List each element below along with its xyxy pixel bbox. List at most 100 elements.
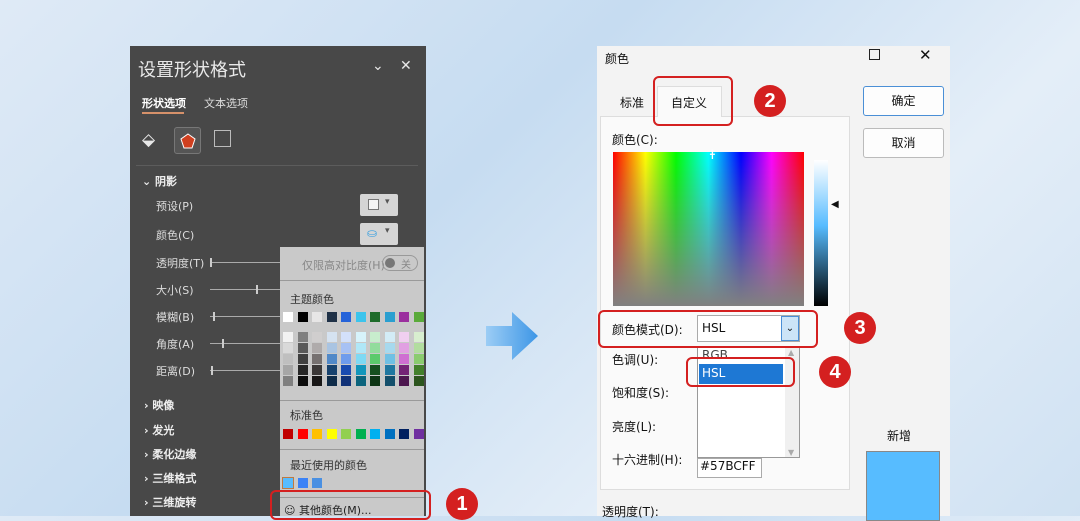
effects-pentagon-icon[interactable] — [174, 127, 201, 154]
theme-shade-swatch[interactable] — [355, 365, 366, 375]
theme-shade-swatch[interactable] — [283, 376, 293, 386]
slider-thumb[interactable] — [211, 366, 213, 375]
theme-color-swatch[interactable] — [355, 312, 366, 322]
tab-text-options[interactable]: 文本选项 — [204, 95, 248, 111]
fill-bucket-icon[interactable]: ⬙ — [142, 130, 155, 150]
standard-color-swatch[interactable] — [399, 429, 409, 439]
theme-color-swatch[interactable] — [399, 312, 409, 322]
theme-shade-swatch[interactable] — [384, 365, 395, 375]
standard-color-swatch[interactable] — [413, 429, 424, 439]
maximize-icon[interactable] — [869, 49, 880, 60]
slider-thumb[interactable] — [256, 285, 258, 294]
theme-shade-swatch[interactable] — [413, 343, 424, 353]
tab-standard[interactable]: 标准 — [620, 94, 644, 111]
transparency-slider[interactable] — [210, 262, 280, 263]
color-spectrum[interactable] — [613, 152, 804, 306]
section-3d-rotation[interactable]: › 三维旋转 — [144, 494, 196, 510]
theme-shade-swatch[interactable] — [413, 365, 424, 375]
theme-shade-swatch[interactable] — [312, 376, 322, 386]
theme-shade-swatch[interactable] — [355, 343, 366, 353]
section-3d-format[interactable]: › 三维格式 — [144, 470, 196, 486]
theme-color-swatch[interactable] — [283, 312, 293, 322]
theme-shade-swatch[interactable] — [399, 354, 409, 364]
theme-color-swatch[interactable] — [297, 312, 308, 322]
theme-shade-swatch[interactable] — [326, 365, 337, 375]
theme-shade-swatch[interactable] — [413, 376, 424, 386]
theme-shade-swatch[interactable] — [370, 332, 380, 342]
theme-shade-swatch[interactable] — [297, 343, 308, 353]
theme-shade-swatch[interactable] — [384, 332, 395, 342]
theme-shade-swatch[interactable] — [341, 354, 351, 364]
theme-shade-swatch[interactable] — [399, 343, 409, 353]
theme-shade-swatch[interactable] — [283, 332, 293, 342]
size-slider[interactable] — [210, 289, 280, 290]
theme-color-swatch[interactable] — [370, 312, 380, 322]
theme-color-swatch[interactable] — [384, 312, 395, 322]
theme-color-swatch[interactable] — [341, 312, 351, 322]
theme-shade-swatch[interactable] — [297, 332, 308, 342]
theme-color-swatch[interactable] — [326, 312, 337, 322]
crosshair-icon[interactable]: ╋ — [710, 151, 722, 159]
section-glow[interactable]: › 发光 — [144, 422, 174, 438]
theme-shade-swatch[interactable] — [297, 376, 308, 386]
standard-color-swatch[interactable] — [283, 429, 293, 439]
theme-shade-swatch[interactable] — [413, 332, 424, 342]
theme-shade-swatch[interactable] — [355, 354, 366, 364]
close-icon[interactable]: ✕ — [400, 58, 412, 74]
close-icon[interactable]: ✕ — [919, 46, 932, 64]
size-layout-icon[interactable] — [214, 130, 231, 147]
standard-color-swatch[interactable] — [297, 429, 308, 439]
theme-shade-swatch[interactable] — [355, 332, 366, 342]
preset-dropdown[interactable]: ▾ — [360, 194, 398, 216]
theme-shade-swatch[interactable] — [297, 354, 308, 364]
theme-shade-swatch[interactable] — [312, 354, 322, 364]
theme-shade-swatch[interactable] — [370, 343, 380, 353]
cancel-button[interactable]: 取消 — [863, 128, 944, 158]
luminance-bar[interactable] — [814, 160, 828, 306]
recent-color-swatch[interactable] — [312, 478, 322, 488]
section-soft-edges[interactable]: › 柔化边缘 — [144, 446, 196, 462]
high-contrast-toggle[interactable]: 关 — [382, 255, 418, 271]
hex-input[interactable]: #57BCFF — [697, 458, 762, 478]
slider-thumb[interactable] — [213, 312, 215, 321]
blur-slider[interactable] — [210, 316, 280, 317]
distance-slider[interactable] — [210, 370, 280, 371]
theme-shade-swatch[interactable] — [312, 365, 322, 375]
theme-color-swatch[interactable] — [413, 312, 424, 322]
theme-shade-swatch[interactable] — [370, 365, 380, 375]
theme-shade-swatch[interactable] — [399, 332, 409, 342]
color-dropdown[interactable]: ⛀ ▾ — [360, 223, 398, 245]
theme-shade-swatch[interactable] — [283, 343, 293, 353]
theme-shade-swatch[interactable] — [283, 365, 293, 375]
theme-shade-swatch[interactable] — [326, 376, 337, 386]
standard-color-swatch[interactable] — [370, 429, 380, 439]
standard-color-swatch[interactable] — [312, 429, 322, 439]
theme-shade-swatch[interactable] — [326, 343, 337, 353]
slider-thumb[interactable] — [210, 258, 212, 267]
standard-color-swatch[interactable] — [384, 429, 395, 439]
recent-color-swatch[interactable] — [297, 478, 308, 488]
chevron-down-icon[interactable]: ⌄ — [372, 58, 384, 74]
theme-shade-swatch[interactable] — [370, 376, 380, 386]
theme-shade-swatch[interactable] — [341, 332, 351, 342]
theme-shade-swatch[interactable] — [283, 354, 293, 364]
theme-shade-swatch[interactable] — [384, 376, 395, 386]
theme-shade-swatch[interactable] — [312, 343, 322, 353]
theme-shade-swatch[interactable] — [341, 343, 351, 353]
standard-color-swatch[interactable] — [341, 429, 351, 439]
ok-button[interactable]: 确定 — [863, 86, 944, 116]
section-shadow[interactable]: ⌄ 阴影 — [142, 173, 177, 189]
theme-color-swatch[interactable] — [312, 312, 322, 322]
section-reflection[interactable]: › 映像 — [144, 397, 174, 413]
standard-color-swatch[interactable] — [355, 429, 366, 439]
theme-shade-swatch[interactable] — [297, 365, 308, 375]
recent-color-swatch[interactable] — [282, 477, 294, 489]
luminance-pointer-icon[interactable]: ◀ — [831, 199, 839, 210]
theme-shade-swatch[interactable] — [384, 343, 395, 353]
standard-color-swatch[interactable] — [326, 429, 337, 439]
theme-shade-swatch[interactable] — [355, 376, 366, 386]
theme-shade-swatch[interactable] — [326, 332, 337, 342]
tab-shape-options[interactable]: 形状选项 — [142, 95, 186, 111]
theme-shade-swatch[interactable] — [312, 332, 322, 342]
theme-shade-swatch[interactable] — [370, 354, 380, 364]
